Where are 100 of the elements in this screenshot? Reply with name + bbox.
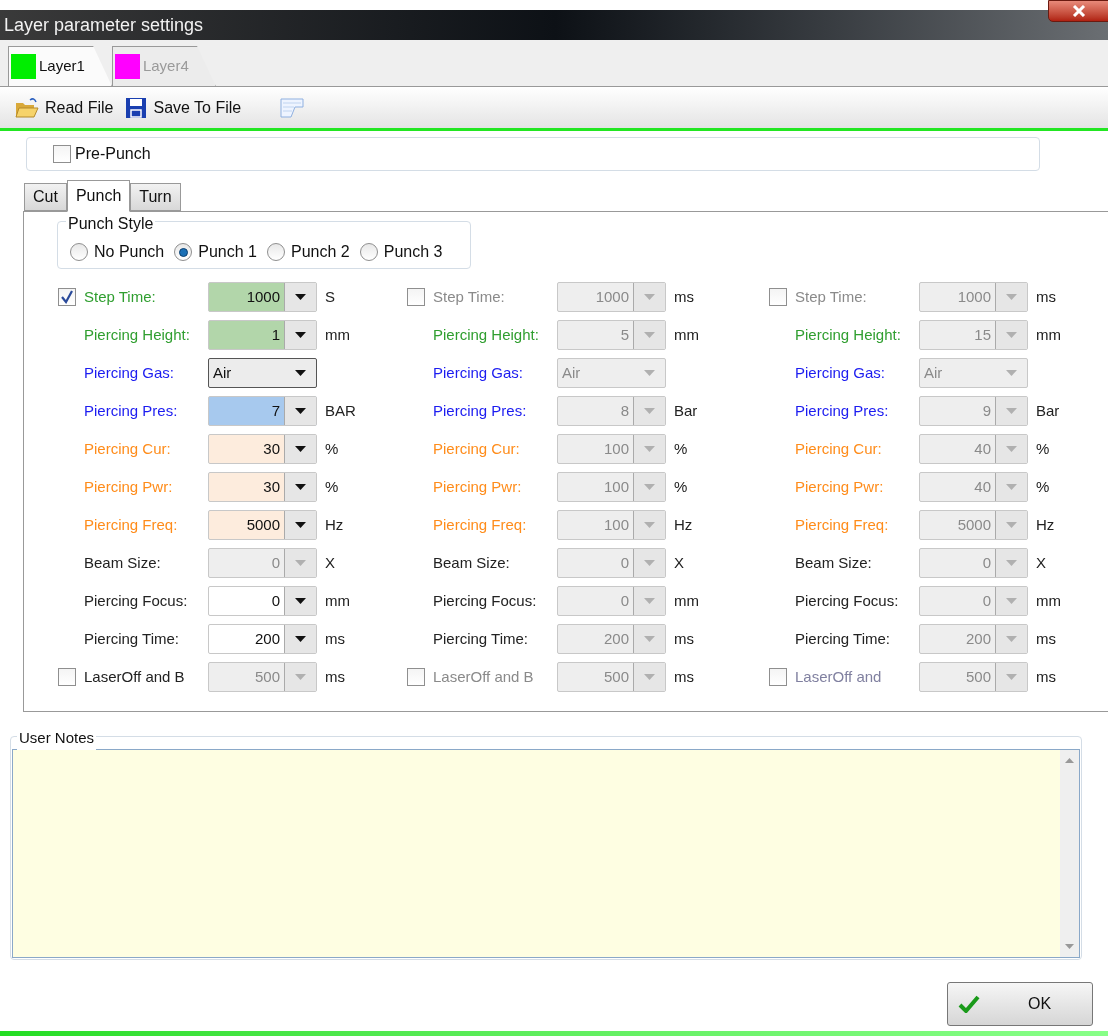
field-label: Piercing Cur: [795,438,883,459]
radio-button[interactable] [359,243,378,261]
unit-label: Hz [674,514,693,535]
unit-label: X [1036,552,1046,573]
unit-label: ms [325,666,345,687]
unit-label: mm [674,590,699,611]
dropdown-arrow-icon [1006,484,1017,490]
dropdown-arrow-icon [1006,598,1017,604]
dropdown-arrow-icon [295,598,306,604]
dropdown-arrow-icon [644,294,655,300]
field-label: Piercing Pres: [795,400,890,421]
checkbox[interactable] [769,288,787,306]
dropdown-arrow-icon [1006,636,1017,642]
checkmark-icon [958,995,980,1013]
checkbox[interactable] [769,668,787,686]
radio-button[interactable] [70,243,88,261]
document-icon [279,96,306,119]
field-label: Piercing Pwr: [84,476,174,497]
field-label: Piercing Freq: [84,514,179,535]
field-label: Step Time: [84,286,157,307]
value-combo-box[interactable]: 7 [208,396,317,426]
dropdown-arrow-icon [295,636,306,642]
field-label: Step Time: [795,286,868,307]
field-label: Piercing Freq: [433,514,528,535]
unit-label: X [325,552,335,573]
field-label: Beam Size: [795,552,873,573]
value-combo-box[interactable]: 0 [208,586,317,616]
dropdown-arrow-icon [1006,674,1017,680]
field-label: Piercing Cur: [433,438,521,459]
unit-label: ms [674,666,694,687]
dropdown-arrow-icon [643,370,655,376]
unit-label: Hz [325,514,344,535]
checkbox[interactable] [407,668,425,686]
tab[interactable]: Cut [24,183,67,211]
unit-label: mm [1036,590,1061,611]
dropdown-arrow-icon [644,484,655,490]
ok-button[interactable]: OK [947,982,1093,1026]
checkbox[interactable] [53,145,71,163]
dropdown-arrow-icon [295,332,306,338]
field-label: Piercing Gas: [84,362,176,383]
unit-label: mm [325,590,350,611]
dropdown-arrow-icon [1006,522,1017,528]
dropdown-arrow-icon [295,294,306,300]
layer-tab[interactable]: Layer4 [111,46,216,86]
radio-label: Punch 3 [383,242,443,262]
field-label: Piercing Pres: [433,400,528,421]
unit-label: % [674,476,688,497]
field-label: LaserOff and B [433,666,535,687]
dropdown-arrow-icon [644,636,655,642]
value-combo-box[interactable]: 1 [208,320,317,350]
field-label: Piercing Freq: [795,514,890,535]
field-label: Piercing Pwr: [433,476,523,497]
unit-label: X [674,552,684,573]
checkbox[interactable] [58,668,76,686]
unit-label: ms [325,628,345,649]
unit-label: % [1036,438,1050,459]
dropdown-arrow-icon [1006,560,1017,566]
notes-button[interactable] [279,96,306,119]
radio-label: Punch 1 [198,242,257,262]
unit-label: % [1036,476,1050,497]
close-icon [1072,5,1086,17]
unit-label: Hz [1036,514,1055,535]
value-combo-box[interactable]: 1000 [208,282,317,312]
dropdown-arrow-icon [644,674,655,680]
toolbar-button[interactable]: Read File [15,95,114,120]
unit-label: ms [1036,286,1056,307]
tab[interactable]: Punch [66,180,131,212]
layer-tab[interactable]: Layer1 [8,46,112,86]
unit-label: ms [674,286,694,307]
scroll-down-arrow-icon [1065,944,1074,949]
dropdown-arrow-icon [295,484,306,490]
value-combo-box[interactable]: 30 [208,434,317,464]
gas-dropdown[interactable]: Air [208,358,317,388]
field-label: Piercing Time: [84,628,181,649]
unit-label: BAR [325,400,356,421]
radio-button[interactable] [174,243,193,261]
checkbox[interactable] [407,288,425,306]
dropdown-arrow-icon [1005,370,1017,376]
radio-button[interactable] [267,243,285,261]
value-combo-box[interactable]: 5000 [208,510,317,540]
radio-label: Punch 2 [291,242,350,262]
close-button[interactable] [1048,0,1108,22]
field-label: Piercing Pres: [84,400,179,421]
unit-label: ms [1036,666,1056,687]
tab[interactable]: Turn [130,183,181,211]
field-label: Beam Size: [84,552,162,573]
unit-label: % [674,438,688,459]
value-combo-box[interactable]: 200 [208,624,317,654]
dropdown-arrow-icon [1006,294,1017,300]
radio-label: No Punch [94,242,165,262]
checkbox[interactable] [58,288,76,306]
field-label: Beam Size: [433,552,511,573]
scrollbar[interactable] [1060,750,1079,957]
field-label: Piercing Time: [433,628,530,649]
toolbar-button[interactable]: Save To File [125,95,242,120]
dropdown-arrow-icon [295,560,306,566]
checkbox-label: Pre-Punch [75,144,151,164]
unit-label: S [325,286,335,307]
value-combo-box[interactable]: 30 [208,472,317,502]
dropdown-arrow-icon [644,446,655,452]
